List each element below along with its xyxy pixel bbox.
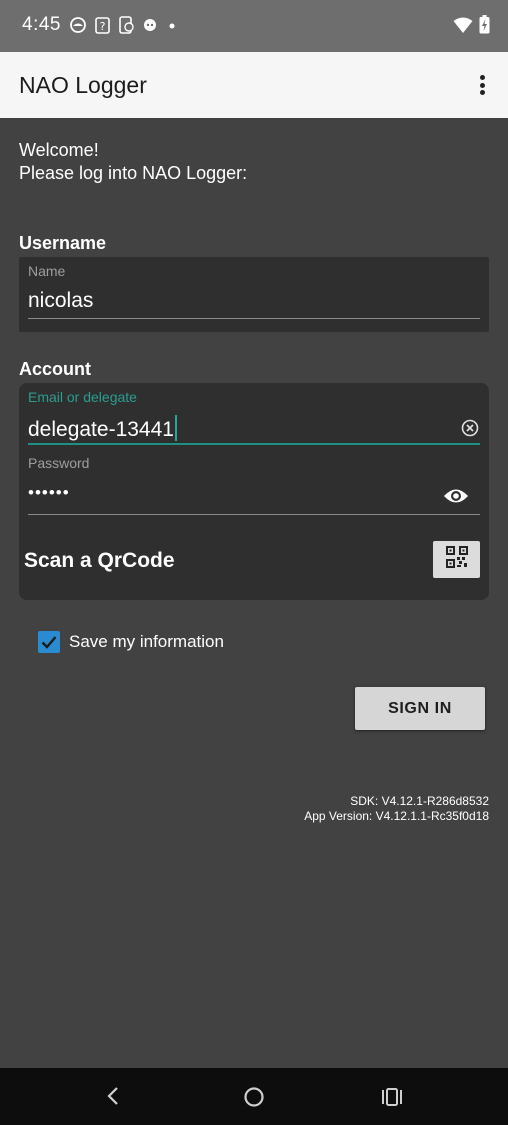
password-field-label: Password — [28, 455, 90, 471]
sim-question-icon: ? — [95, 16, 110, 39]
account-card: Email or delegate delegate-13441 Passwor… — [19, 383, 489, 600]
battery-charging-icon — [479, 15, 490, 39]
status-notification-icons: ? — [70, 16, 178, 39]
qr-code-icon — [445, 545, 469, 574]
name-input-underline — [28, 318, 480, 319]
home-icon[interactable] — [243, 1086, 265, 1113]
status-bar: 4:45 ? — [0, 0, 508, 52]
notification-icon — [70, 17, 86, 38]
app-bar: NAO Logger — [0, 52, 508, 118]
scan-qrcode-button[interactable] — [433, 541, 480, 578]
svg-text:?: ? — [100, 20, 106, 33]
scan-qrcode-label: Scan a QrCode — [24, 549, 175, 572]
text-caret — [174, 415, 177, 441]
username-card: Name nicolas — [19, 257, 489, 332]
sign-in-button[interactable]: SIGN IN — [355, 687, 485, 730]
save-information-row[interactable]: Save my information — [38, 631, 224, 653]
email-input-underline — [28, 443, 480, 445]
overflow-menu-icon[interactable] — [472, 72, 492, 98]
welcome-line: Welcome! — [19, 140, 99, 160]
app-title: NAO Logger — [19, 72, 147, 98]
welcome-message: Welcome! Please log into NAO Logger: — [19, 139, 247, 185]
username-heading: Username — [19, 233, 107, 253]
password-input[interactable]: •••••• — [28, 483, 70, 503]
email-field-label: Email or delegate — [28, 389, 137, 405]
save-information-label: Save my information — [69, 632, 224, 651]
name-input[interactable]: nicolas — [28, 289, 93, 313]
password-input-underline — [28, 514, 480, 515]
login-prompt: Please log into NAO Logger: — [19, 163, 248, 183]
game-icon — [143, 18, 157, 37]
recents-icon[interactable] — [381, 1087, 403, 1112]
save-information-checkbox[interactable] — [38, 631, 60, 653]
name-field-label: Name — [28, 263, 66, 279]
email-delegate-value: delegate-13441 — [28, 418, 174, 441]
eye-icon[interactable] — [443, 486, 469, 506]
system-navigation-bar — [0, 1068, 508, 1125]
sdk-version: SDK: V4.12.1-R286d8532 — [350, 794, 489, 808]
wifi-icon — [453, 16, 473, 39]
status-system-icons — [453, 15, 490, 39]
phone-sync-icon — [119, 16, 134, 39]
dot-icon — [166, 19, 178, 37]
back-icon[interactable] — [103, 1085, 125, 1112]
email-delegate-input[interactable]: delegate-13441 — [28, 415, 177, 442]
account-heading: Account — [19, 359, 91, 379]
status-time: 4:45 — [22, 14, 61, 35]
clear-icon[interactable] — [461, 419, 479, 437]
version-info: SDK: V4.12.1-R286d8532 App Version: V4.1… — [304, 794, 489, 824]
app-version: App Version: V4.12.1.1-Rc35f0d18 — [304, 809, 489, 823]
